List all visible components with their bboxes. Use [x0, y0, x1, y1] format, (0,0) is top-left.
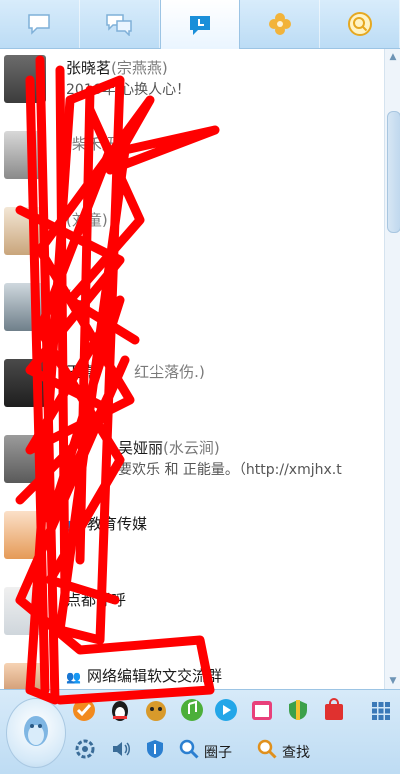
tab-groups[interactable] — [80, 0, 160, 48]
main-menu-button[interactable] — [6, 698, 66, 768]
contact-name: 吴娅丽 — [118, 439, 164, 457]
avatar — [4, 663, 46, 689]
contact-remark: (云) — [66, 287, 93, 305]
group-icon: 👥 — [66, 670, 81, 684]
scroll-down-icon[interactable]: ▼ — [388, 676, 398, 686]
tab-search[interactable] — [320, 0, 400, 48]
list-item[interactable]: 张晓茗(宗燕燕) 2016年 心换人心！ — [0, 49, 384, 125]
tab-contacts[interactable] — [0, 0, 80, 48]
avatar — [4, 511, 46, 559]
avatar — [4, 131, 46, 179]
shopping-bag-icon[interactable] — [322, 698, 346, 722]
video-play-icon[interactable] — [214, 698, 238, 722]
contact-remark: (宗燕燕) — [111, 59, 168, 77]
tencent-news-icon[interactable] — [72, 698, 96, 722]
scroll-thumb[interactable] — [387, 111, 400, 233]
avatar — [4, 587, 46, 635]
contact-remark: (水云涧) — [163, 439, 220, 457]
tab-recent[interactable] — [159, 0, 241, 49]
clover-icon — [268, 13, 291, 35]
find-search-icon[interactable] — [256, 738, 278, 760]
music-icon[interactable] — [180, 698, 204, 722]
list-item[interactable]: 吴娅丽(水云涧) 要欢乐 和 正能量。（http://xmjhx.t — [0, 429, 384, 505]
avatar — [4, 55, 46, 103]
list-item[interactable]: (云) — [0, 277, 384, 353]
list-item[interactable]: (柴禾妞) — [0, 125, 384, 201]
app-grid-icon[interactable] — [372, 702, 390, 720]
gear-icon[interactable] — [74, 738, 96, 760]
list-item[interactable]: 点都呼呼 — [0, 581, 384, 657]
avatar — [4, 283, 46, 331]
avatar — [4, 207, 46, 255]
qzone-search-icon[interactable] — [178, 738, 200, 760]
contact-name: 教育传媒 — [86, 515, 147, 533]
scroll-up-icon[interactable]: ▲ — [388, 52, 398, 62]
list-item[interactable]: (刘童) — [0, 201, 384, 277]
penguin-icon — [24, 716, 48, 746]
calendar-icon[interactable] — [250, 698, 274, 722]
group-icon: 👥 — [66, 518, 81, 532]
chat-bubble-icon — [28, 14, 51, 35]
find-label[interactable]: 查找 — [282, 742, 310, 762]
avatar — [4, 359, 46, 407]
list-item[interactable]: 👥 教育传媒 — [0, 505, 384, 581]
recent-list[interactable]: 张晓茗(宗燕燕) 2016年 心换人心！ (柴禾妞) (刘童) (云) 王嘉 红… — [0, 49, 384, 689]
recent-chat-icon — [189, 15, 210, 35]
group-chat-icon — [106, 14, 132, 36]
bottom-toolbar: 圈子 查找 — [0, 689, 400, 774]
list-item[interactable]: 👥 网络编辑软文交流群 — [0, 657, 384, 689]
shield-icon[interactable] — [144, 738, 166, 760]
contact-remark: (刘童) — [66, 211, 108, 229]
tab-bar — [0, 0, 400, 49]
contact-remark: (柴禾妞) — [66, 135, 123, 153]
contact-name: 王嘉 — [66, 363, 97, 381]
contact-remark: 红尘落伤.) — [134, 363, 205, 381]
contact-name: 张晓茗 — [66, 59, 112, 77]
tab-apps[interactable] — [240, 0, 321, 48]
vertical-scrollbar[interactable]: ▲ ▼ — [384, 49, 400, 689]
contact-signature: 2016年 心换人心！ — [66, 82, 191, 98]
search-circle-icon — [347, 12, 372, 36]
qzone-label[interactable]: 圈子 — [204, 742, 232, 762]
contact-signature: 要欢乐 和 正能量。（http://xmjhx.t — [118, 462, 342, 478]
list-item[interactable]: 王嘉 红尘落伤.) — [0, 353, 384, 429]
security-shield-icon[interactable] — [286, 698, 310, 722]
qq-penguin-icon[interactable] — [108, 698, 132, 722]
contact-name: 点都呼呼 — [66, 591, 127, 609]
avatar — [4, 435, 46, 483]
speaker-icon[interactable] — [110, 738, 132, 760]
contact-name: 网络编辑软文交流群 — [86, 667, 222, 685]
pet-icon[interactable] — [144, 698, 168, 722]
